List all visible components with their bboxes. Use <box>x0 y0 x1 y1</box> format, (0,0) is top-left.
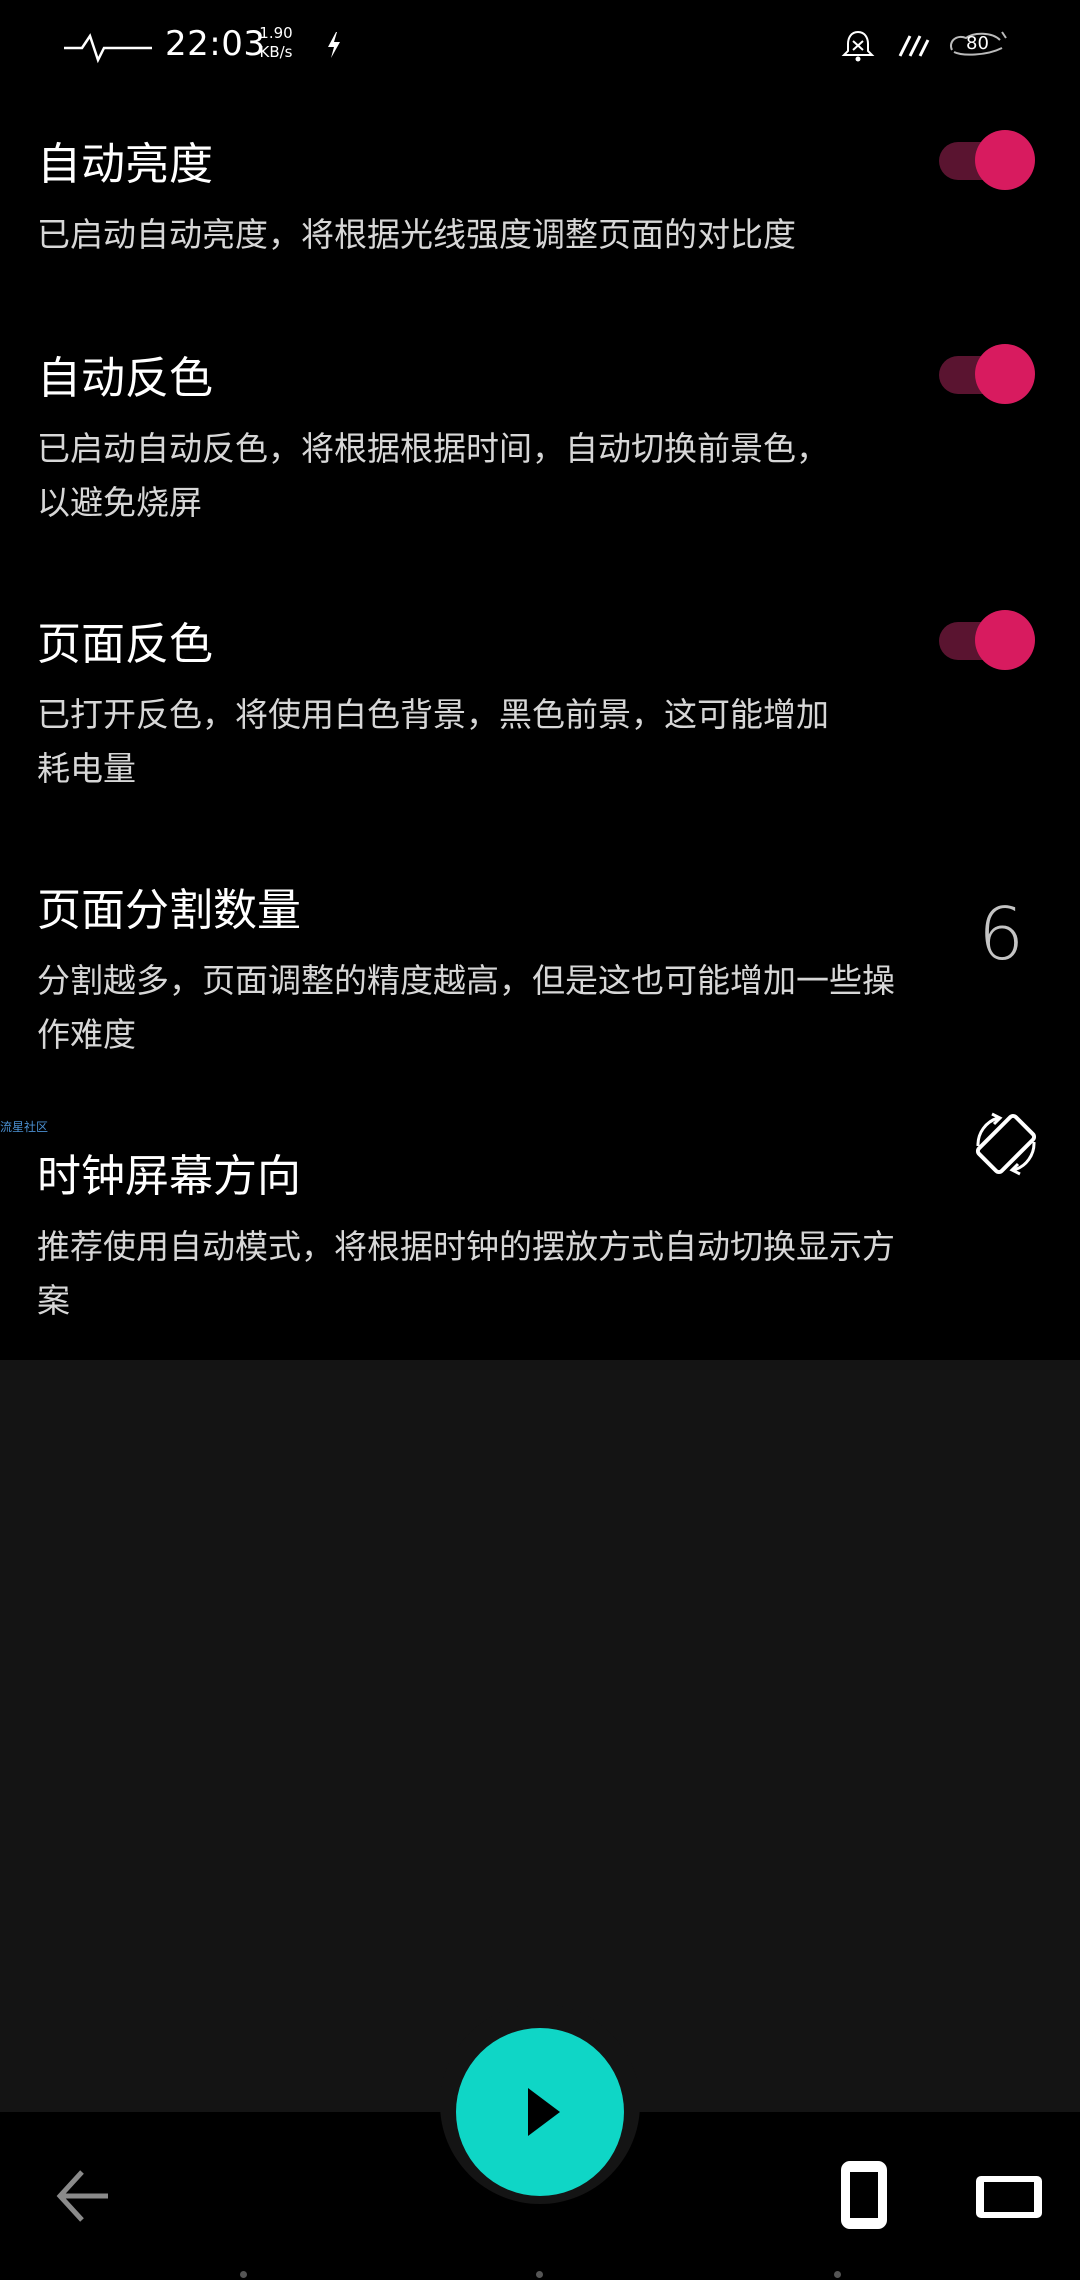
back-arrow-icon[interactable] <box>54 2166 114 2230</box>
setting-description-line: 分割越多，页面调整的精度越高，但是这也可能增加一些操 <box>37 961 895 1000</box>
app-screen: 22:03 1.90 KB/s 80 自动亮度 已启动自动亮度，将根据光线强度调… <box>0 0 1080 2280</box>
toggle-thumb <box>975 130 1035 190</box>
setting-description: 分割越多，页面调整的精度越高，但是这也可能增加一些操 作难度 <box>37 954 937 1062</box>
nav-indicator-dot <box>536 2271 543 2278</box>
battery-level: 80 <box>966 33 989 54</box>
play-button[interactable] <box>456 2028 624 2196</box>
setting-description-line: 已启动自动亮度，将根据光线强度调整页面的对比度 <box>37 215 796 254</box>
setting-description-line: 作难度 <box>37 1015 136 1054</box>
setting-title: 自动反色 <box>37 353 213 404</box>
setting-description-line: 耗电量 <box>37 749 136 788</box>
setting-auto-invert: 自动反色 已启动自动反色，将根据根据时间，自动切换前景色， 以避免烧屏 <box>0 342 1080 562</box>
charging-icon <box>324 30 344 64</box>
setting-page-invert: 页面反色 已打开反色，将使用白色背景，黑色前景，这可能增加 耗电量 <box>0 608 1080 828</box>
setting-description: 已启动自动亮度，将根据光线强度调整页面的对比度 <box>37 208 937 262</box>
status-bar: 22:03 1.90 KB/s 80 <box>0 0 1080 92</box>
phone-landscape-icon[interactable] <box>974 2174 1044 2224</box>
clock-time: 22:03 <box>165 24 266 64</box>
setting-auto-brightness: 自动亮度 已启动自动亮度，将根据光线强度调整页面的对比度 <box>0 128 1080 298</box>
network-speed: 1.90 KB/s <box>256 24 296 62</box>
setting-title: 自动亮度 <box>37 139 213 190</box>
setting-page-split-count[interactable]: 页面分割数量 分割越多，页面调整的精度越高，但是这也可能增加一些操 作难度 6 <box>0 874 1080 1094</box>
phone-portrait-icon[interactable] <box>840 2160 888 2234</box>
setting-title: 时钟屏幕方向 <box>37 1151 301 1202</box>
setting-description: 已启动自动反色，将根据根据时间，自动切换前景色， 以避免烧屏 <box>37 422 937 530</box>
setting-clock-orientation[interactable]: 流星社区 时钟屏幕方向 推荐使用自动模式，将根据时钟的摆放方式自动切换显示方 案 <box>0 1112 1080 1360</box>
setting-description: 推荐使用自动模式，将根据时钟的摆放方式自动切换显示方 案 <box>37 1220 937 1328</box>
settings-panel: 自动亮度 已启动自动亮度，将根据光线强度调整页面的对比度 自动反色 已启动自动反… <box>0 92 1080 1360</box>
setting-description-line: 以避免烧屏 <box>37 483 202 522</box>
toggle-thumb <box>975 610 1035 670</box>
signal-icon <box>896 30 932 64</box>
watermark-text: 流星社区 <box>0 1120 49 1134</box>
split-count-value[interactable]: 6 <box>978 892 1024 976</box>
auto-invert-toggle[interactable] <box>939 344 1035 404</box>
nav-indicator-dot <box>834 2271 841 2278</box>
setting-title: 页面反色 <box>37 619 213 670</box>
setting-description-line: 案 <box>37 1281 70 1320</box>
network-speed-value: 1.90 <box>259 24 293 42</box>
setting-description-line: 已打开反色，将使用白色背景，黑色前景，这可能增加 <box>37 695 829 734</box>
play-icon <box>524 2084 564 2144</box>
setting-description-line: 已启动自动反色，将根据根据时间，自动切换前景色， <box>37 429 829 468</box>
muted-bell-icon <box>840 28 876 68</box>
page-invert-toggle[interactable] <box>939 610 1035 670</box>
toggle-thumb <box>975 344 1035 404</box>
heart-rate-icon <box>62 28 152 68</box>
auto-brightness-toggle[interactable] <box>939 130 1035 190</box>
screen-rotation-icon[interactable] <box>968 1106 1044 1186</box>
setting-title: 页面分割数量 <box>37 885 301 936</box>
network-speed-unit: KB/s <box>259 43 293 61</box>
nav-indicator-dot <box>240 2271 247 2278</box>
setting-description: 已打开反色，将使用白色背景，黑色前景，这可能增加 耗电量 <box>37 688 937 796</box>
setting-description-line: 推荐使用自动模式，将根据时钟的摆放方式自动切换显示方 <box>37 1227 895 1266</box>
